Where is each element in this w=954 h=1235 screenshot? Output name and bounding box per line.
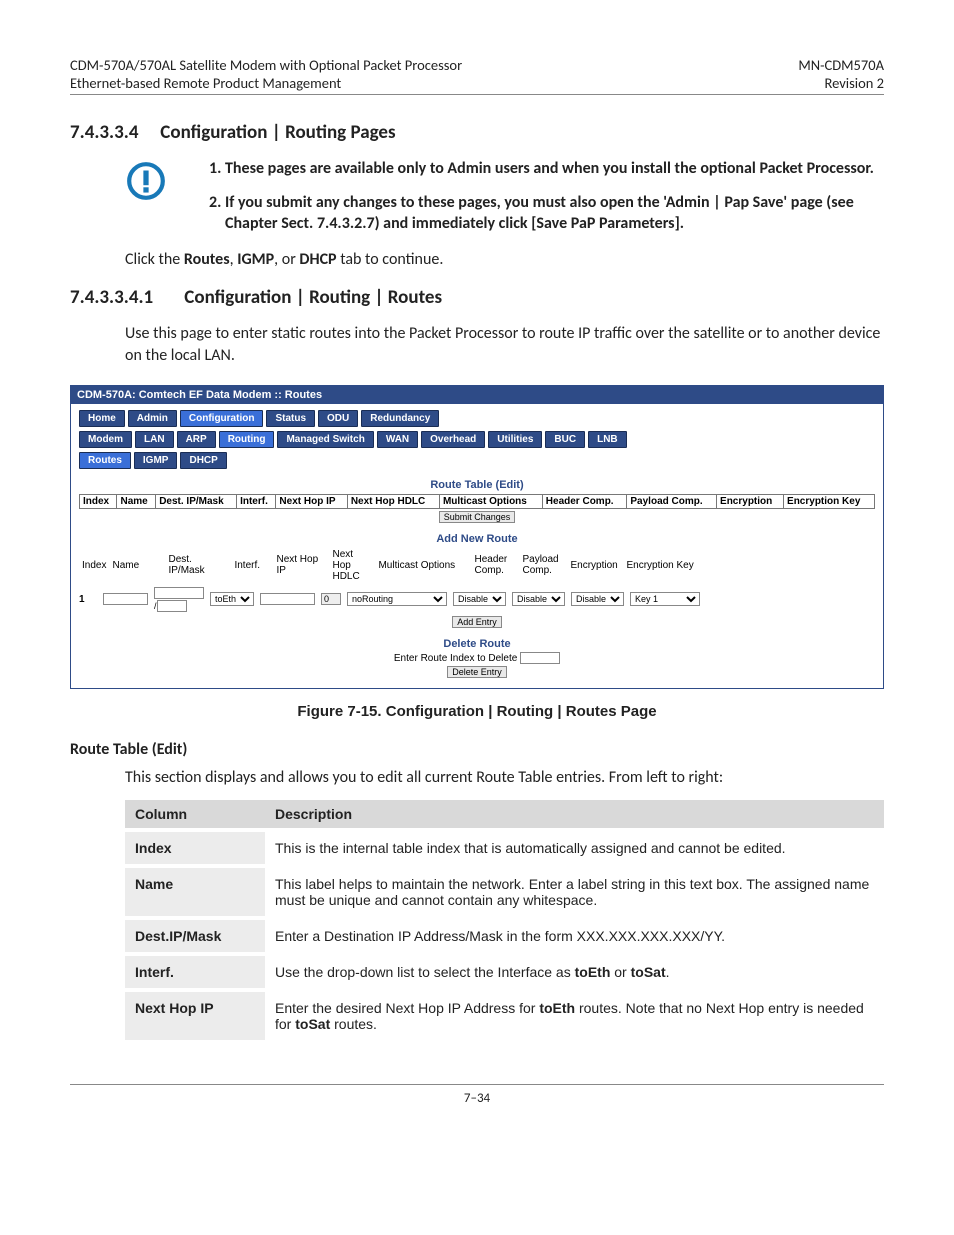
add-route-input-row: 1 / toEth noRouting Disable Disable Disa…: [79, 587, 875, 612]
tab-row-1: Home Admin Configuration Status ODU Redu…: [79, 410, 875, 427]
footer-divider: [70, 1084, 884, 1085]
tab-wan[interactable]: WAN: [377, 431, 418, 448]
important-icon: [125, 160, 167, 202]
header-right-2: Revision 2: [798, 74, 884, 92]
figure-window-title: CDM-570A: Comtech EF Data Modem :: Route…: [71, 386, 883, 404]
tab-managed-switch[interactable]: Managed Switch: [277, 431, 373, 448]
delete-index-input[interactable]: [520, 652, 560, 664]
dest-ip-input[interactable]: [154, 587, 204, 599]
tab-status[interactable]: Status: [266, 410, 315, 427]
next-hop-ip-input[interactable]: [260, 593, 315, 605]
defs-header-col: Column: [125, 800, 265, 830]
header-right-1: MN-CDM570A: [798, 56, 884, 74]
tab-routes[interactable]: Routes: [79, 452, 131, 469]
route-table-edit-h3: Route Table (Edit): [70, 740, 884, 759]
tab-configuration[interactable]: Configuration: [180, 410, 264, 427]
payload-comp-select[interactable]: Disable: [512, 592, 565, 606]
tab-lan[interactable]: LAN: [135, 431, 174, 448]
tab-home[interactable]: Home: [79, 410, 125, 427]
defs-header-desc: Description: [265, 800, 884, 830]
page-header: CDM-570A/570AL Satellite Modem with Opti…: [70, 56, 884, 92]
figure-caption: Figure 7-15. Configuration | Routing | R…: [70, 703, 884, 720]
figure-7-15: CDM-570A: Comtech EF Data Modem :: Route…: [70, 385, 884, 720]
tab-modem[interactable]: Modem: [79, 431, 132, 448]
add-entry-button[interactable]: Add Entry: [452, 616, 502, 628]
header-divider: [70, 94, 884, 95]
delete-entry-button[interactable]: Delete Entry: [447, 666, 507, 678]
notes-list: These pages are available only to Admin …: [199, 158, 884, 235]
tab-arp[interactable]: ARP: [177, 431, 216, 448]
tab-overhead[interactable]: Overhead: [421, 431, 485, 448]
column-definitions-table: Column Description Index This is the int…: [125, 800, 884, 1044]
name-input[interactable]: [103, 593, 148, 605]
header-left-2: Ethernet-based Remote Product Management: [70, 74, 462, 92]
tab-dhcp[interactable]: DHCP: [180, 452, 226, 469]
add-route-header-row: Index Name Dest. IP/Mask Interf. Next Ho…: [79, 548, 875, 583]
section-heading-1: 7.4.3.3.4 Configuration | Routing Pages: [70, 121, 884, 144]
tab-lnb[interactable]: LNB: [588, 431, 627, 448]
note-1: These pages are available only to Admin …: [225, 158, 884, 180]
header-left-1: CDM-570A/570AL Satellite Modem with Opti…: [70, 56, 462, 74]
tab-utilities[interactable]: Utilities: [488, 431, 542, 448]
multicast-select[interactable]: noRouting: [347, 592, 447, 606]
route-table-edit-heading: Route Table (Edit): [79, 479, 875, 491]
delete-index-label: Enter Route Index to Delete: [394, 653, 517, 664]
submit-changes-button[interactable]: Submit Changes: [439, 511, 516, 523]
route-table-edit-intro: This section displays and allows you to …: [125, 767, 884, 789]
route-table: Index Name Dest. IP/Mask Interf. Next Ho…: [79, 494, 875, 509]
encryption-key-select[interactable]: Key 1: [630, 592, 700, 606]
tab-redundancy[interactable]: Redundancy: [361, 410, 439, 427]
note-2: If you submit any changes to these pages…: [225, 192, 884, 235]
next-hop-hdlc-input[interactable]: [321, 593, 341, 605]
interf-select[interactable]: toEth: [210, 592, 254, 606]
delete-route-heading: Delete Route: [79, 638, 875, 650]
tab-igmp[interactable]: IGMP: [134, 452, 178, 469]
intro-paragraph: Use this page to enter static routes int…: [125, 323, 884, 366]
dest-mask-input[interactable]: [157, 600, 187, 612]
encryption-select[interactable]: Disable: [571, 592, 624, 606]
page-number: 7–34: [70, 1091, 884, 1106]
tab-routing[interactable]: Routing: [219, 431, 275, 448]
tab-buc[interactable]: BUC: [545, 431, 585, 448]
add-new-route-heading: Add New Route: [79, 533, 875, 545]
tab-row-3: Routes IGMP DHCP: [79, 452, 875, 469]
tab-row-2: Modem LAN ARP Routing Managed Switch WAN…: [79, 431, 875, 448]
section-heading-2: 7.4.3.3.4.1 Configuration | Routing | Ro…: [70, 286, 884, 309]
add-index-value: 1: [79, 594, 97, 605]
click-tabs-instruction: Click the Routes, IGMP, or DHCP tab to c…: [125, 249, 884, 271]
tab-odu[interactable]: ODU: [318, 410, 358, 427]
tab-admin[interactable]: Admin: [128, 410, 177, 427]
header-comp-select[interactable]: Disable: [453, 592, 506, 606]
